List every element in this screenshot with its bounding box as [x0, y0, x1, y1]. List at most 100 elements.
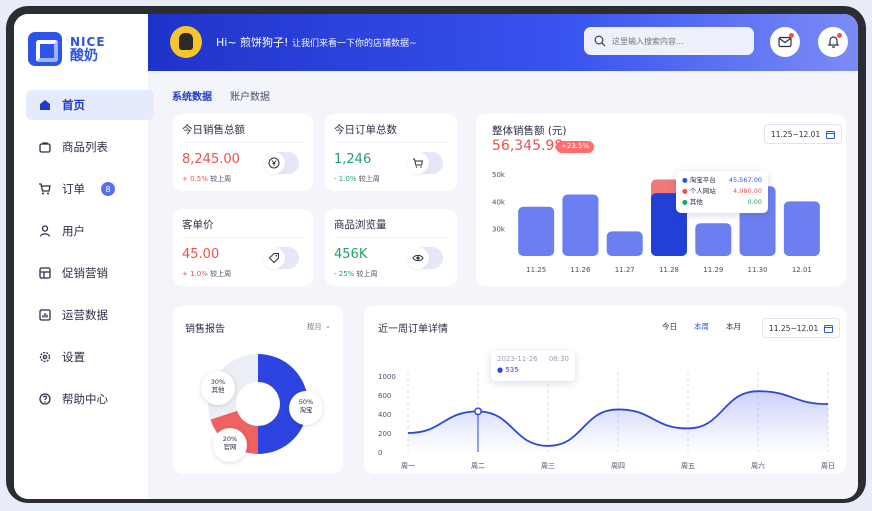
sidebar: NICE 酸奶 首页 商品列表 订单 8 用户 促销营销 运营数据 设置 帮助中… — [14, 14, 154, 499]
stat-icon-pill — [407, 152, 443, 174]
stat-value: 456K — [334, 247, 368, 262]
stat-icon-pill — [263, 247, 299, 269]
x-tick-label: 周日 — [821, 462, 835, 470]
eye-icon — [407, 247, 429, 269]
data-tabs: 系统数据 账户数据 — [172, 88, 270, 103]
sales-donut-chart — [208, 354, 308, 454]
divider — [182, 237, 304, 238]
sidebar-item-products[interactable]: 商品列表 — [26, 132, 154, 162]
stat-value: 8,245.00 — [182, 152, 240, 167]
tooltip-row: ● 其他 0.00 — [682, 198, 762, 206]
tooltip-value: 4,980.00 — [733, 187, 762, 195]
tab-system-data[interactable]: 系统数据 — [172, 88, 212, 103]
logo-icon — [28, 32, 62, 66]
brand-name-en: NICE — [70, 35, 106, 49]
stat-title: 今日订单总数 — [334, 124, 397, 136]
stat-card-sales: 今日销售总额 8,245.00 + 0.5% 较上周 — [173, 114, 313, 191]
x-tick-label: 11.28 — [659, 266, 679, 274]
tab-account-data[interactable]: 账户数据 — [230, 88, 270, 103]
search-input[interactable] — [612, 36, 732, 46]
bar — [783, 201, 820, 256]
yen-icon — [263, 152, 285, 174]
tooltip-value: 45,567.00 — [728, 176, 762, 184]
sidebar-item-orders[interactable]: 订单 8 — [26, 174, 154, 204]
notifications-button[interactable] — [818, 27, 848, 57]
greeting-title: Hi~ 煎饼狗子! — [216, 36, 289, 49]
tooltip-label: 其他 — [689, 198, 703, 206]
slice-label: 淘宝 — [299, 406, 313, 414]
slice-pct: 50% — [298, 398, 314, 406]
sidebar-item-label: 促销营销 — [62, 266, 108, 280]
x-tick-label: 周二 — [471, 462, 485, 470]
sales-bar-chart: 50k 40k 30k 11.25 11.26 11.27 11.28 11.29 11.30 1… — [492, 171, 820, 274]
slice-pct: 30% — [210, 378, 226, 386]
line-area — [408, 391, 828, 452]
sidebar-item-label: 运营数据 — [62, 308, 108, 322]
donut-label-official: 20% 官网 — [213, 428, 247, 462]
notification-dot — [789, 33, 794, 38]
promo-icon — [39, 267, 51, 279]
stat-compare: 较上周 — [210, 175, 232, 183]
help-icon — [39, 393, 51, 405]
mail-button[interactable] — [770, 27, 800, 57]
stat-change: - 1.0% — [334, 175, 357, 183]
donut-label-other: 30% 其他 — [201, 371, 235, 405]
cart-icon — [407, 152, 429, 174]
stat-change: - 25% — [334, 270, 355, 278]
y-tick-label: 400 — [378, 411, 391, 419]
greeting-subtitle: 让我们来看一下你的店铺数据~ — [291, 39, 417, 49]
gear-icon — [39, 351, 51, 363]
y-tick-label: 40k — [492, 198, 506, 206]
bar — [695, 223, 732, 256]
bar — [562, 194, 599, 256]
x-tick-label: 11.29 — [703, 266, 723, 274]
divider — [334, 142, 448, 143]
slice-pct: 20% — [222, 435, 238, 443]
x-tick-label: 周五 — [681, 462, 695, 470]
tooltip-row: ● 个人网站 4,980.00 — [682, 187, 762, 195]
top-header: Hi~ 煎饼狗子! 让我们来看一下你的店铺数据~ — [148, 14, 858, 71]
sidebar-item-label: 用户 — [62, 224, 85, 238]
y-tick-label: 0 — [378, 449, 382, 457]
x-tick-label: 11.25 — [526, 266, 546, 274]
stat-title: 客单价 — [182, 219, 214, 231]
sidebar-item-label: 设置 — [62, 350, 85, 364]
stat-value: 1,246 — [334, 152, 372, 167]
slice-label: 其他 — [211, 386, 225, 394]
data-point — [474, 407, 482, 416]
sidebar-nav: 首页 商品列表 订单 8 用户 促销营销 运营数据 设置 帮助中心 — [26, 90, 154, 426]
stat-card-avg-order: 客单价 45.00 + 1.0% 较上周 — [173, 209, 313, 286]
bag-icon — [39, 142, 51, 153]
stat-icon-pill — [407, 247, 443, 269]
search-box[interactable] — [584, 27, 754, 55]
x-tick-label: 11.26 — [570, 266, 591, 274]
bar — [518, 206, 555, 256]
greeting: Hi~ 煎饼狗子! 让我们来看一下你的店铺数据~ — [216, 34, 417, 50]
x-tick-label: 11.30 — [748, 266, 768, 274]
slice-label: 官网 — [223, 443, 237, 451]
tooltip-value: 0.00 — [747, 198, 762, 206]
brand-logo[interactable]: NICE 酸奶 — [28, 32, 106, 66]
stat-compare: 较上周 — [356, 270, 378, 278]
sidebar-item-operations[interactable]: 运营数据 — [26, 300, 154, 330]
donut-label-taobao: 50% 淘宝 — [289, 391, 323, 425]
tooltip-label: 个人网站 — [689, 187, 716, 195]
tag-icon — [263, 247, 285, 269]
sidebar-item-label: 首页 — [62, 98, 85, 112]
stat-title: 商品浏览量 — [334, 219, 387, 231]
sidebar-item-promotions[interactable]: 促销营销 — [26, 258, 154, 288]
stat-title: 今日销售总额 — [182, 124, 245, 136]
divider — [182, 142, 304, 143]
chart-icon — [39, 309, 51, 321]
sidebar-item-settings[interactable]: 设置 — [26, 342, 154, 372]
stat-icon-pill — [263, 152, 299, 174]
tooltip-value: 535 — [505, 366, 519, 374]
sidebar-item-home[interactable]: 首页 — [26, 90, 154, 120]
sidebar-item-help[interactable]: 帮助中心 — [26, 384, 154, 414]
sales-tooltip: ● 淘宝平台 45,567.00 ● 个人网站 4,980.00 ● 其他 0.00 — [676, 171, 768, 213]
sidebar-item-users[interactable]: 用户 — [26, 216, 154, 246]
sidebar-item-label: 商品列表 — [62, 140, 108, 154]
avatar[interactable] — [170, 26, 202, 58]
orders-count-badge: 8 — [101, 182, 115, 196]
app-screen: NICE 酸奶 首页 商品列表 订单 8 用户 促销营销 运营数据 设置 帮助中… — [14, 14, 858, 499]
